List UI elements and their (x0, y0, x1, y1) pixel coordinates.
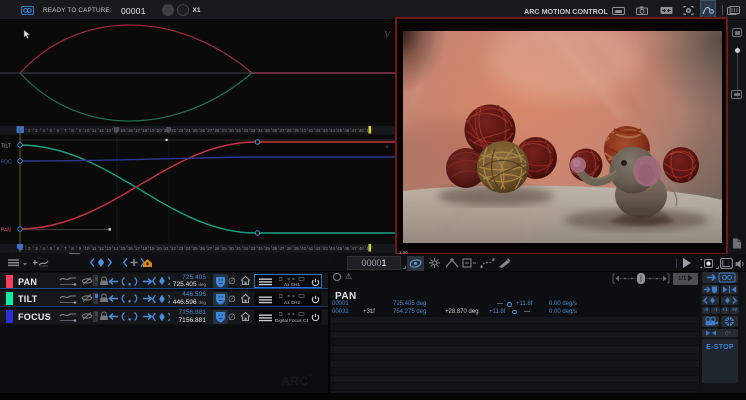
svg-text:21: 21 (164, 246, 169, 251)
svg-text:27: 27 (207, 246, 212, 251)
svg-text:17: 17 (135, 246, 140, 251)
svg-text:13: 13 (106, 128, 111, 133)
svg-text:37: 37 (279, 128, 284, 133)
svg-text:43: 43 (323, 246, 328, 251)
svg-text:×: × (385, 144, 389, 151)
svg-text:35: 35 (265, 128, 270, 133)
svg-text:39: 39 (294, 246, 299, 251)
svg-text:15: 15 (121, 128, 126, 133)
svg-text:34: 34 (258, 128, 263, 133)
svg-text:47: 47 (352, 246, 357, 251)
svg-text:19: 19 (150, 246, 155, 251)
svg-text:38: 38 (287, 128, 292, 133)
svg-text:28: 28 (214, 246, 219, 251)
svg-text:36: 36 (272, 128, 277, 133)
svg-text:18: 18 (142, 128, 147, 133)
svg-text:35: 35 (265, 246, 270, 251)
svg-text:15: 15 (121, 246, 126, 251)
svg-text:48: 48 (359, 128, 364, 133)
svg-text:26: 26 (200, 128, 205, 133)
svg-text:11: 11 (92, 246, 97, 251)
svg-text:37: 37 (279, 246, 284, 251)
svg-text:12: 12 (99, 128, 104, 133)
svg-text:17: 17 (135, 128, 140, 133)
svg-text:33: 33 (251, 246, 256, 251)
svg-text:45: 45 (337, 128, 342, 133)
svg-text:TILT: TILT (1, 144, 11, 150)
svg-text:29: 29 (222, 128, 227, 133)
svg-text:20: 20 (157, 128, 162, 133)
svg-text:36: 36 (272, 246, 277, 251)
svg-text:16: 16 (128, 128, 133, 133)
svg-text:24: 24 (186, 246, 191, 251)
svg-text:41: 41 (308, 246, 313, 251)
svg-text:31: 31 (236, 246, 241, 251)
svg-text:34: 34 (258, 246, 263, 251)
svg-text:19: 19 (150, 128, 155, 133)
svg-text:25: 25 (193, 128, 198, 133)
svg-text:47: 47 (352, 128, 357, 133)
svg-text:31: 31 (236, 128, 241, 133)
svg-text:22: 22 (171, 128, 176, 133)
svg-text:18: 18 (142, 246, 147, 251)
svg-text:33: 33 (251, 128, 256, 133)
svg-text:46: 46 (344, 128, 349, 133)
svg-text:41: 41 (308, 128, 313, 133)
svg-text:40: 40 (301, 246, 306, 251)
svg-text:FOC: FOC (1, 160, 12, 166)
svg-text:20: 20 (157, 246, 162, 251)
svg-text:30: 30 (229, 128, 234, 133)
svg-text:32: 32 (243, 128, 248, 133)
svg-text:10: 10 (85, 128, 90, 133)
svg-text:27: 27 (207, 128, 212, 133)
svg-text:43: 43 (323, 128, 328, 133)
svg-text:42: 42 (316, 246, 321, 251)
svg-text:25: 25 (193, 246, 198, 251)
svg-text:10: 10 (85, 246, 90, 251)
svg-text:40: 40 (301, 128, 306, 133)
svg-text:13: 13 (106, 246, 111, 251)
svg-text:29: 29 (222, 246, 227, 251)
svg-text:28: 28 (214, 128, 219, 133)
svg-text:30: 30 (229, 246, 234, 251)
svg-text:48: 48 (359, 246, 364, 251)
svg-text:38: 38 (287, 246, 292, 251)
svg-text:45: 45 (337, 246, 342, 251)
svg-text:23: 23 (178, 246, 183, 251)
svg-text:14: 14 (113, 246, 118, 251)
svg-text:26: 26 (200, 246, 205, 251)
svg-text:22: 22 (171, 246, 176, 251)
svg-text:44: 44 (330, 246, 335, 251)
svg-text:PAN: PAN (1, 228, 11, 234)
svg-text:12: 12 (99, 246, 104, 251)
svg-text:42: 42 (316, 128, 321, 133)
svg-text:39: 39 (294, 128, 299, 133)
svg-text:44: 44 (330, 128, 335, 133)
svg-text:24: 24 (186, 128, 191, 133)
svg-text:46: 46 (344, 246, 349, 251)
svg-text:32: 32 (243, 246, 248, 251)
svg-text:23: 23 (178, 128, 183, 133)
svg-text:0°: 0° (725, 331, 731, 337)
svg-text:16: 16 (128, 246, 133, 251)
svg-text:11: 11 (92, 128, 97, 133)
